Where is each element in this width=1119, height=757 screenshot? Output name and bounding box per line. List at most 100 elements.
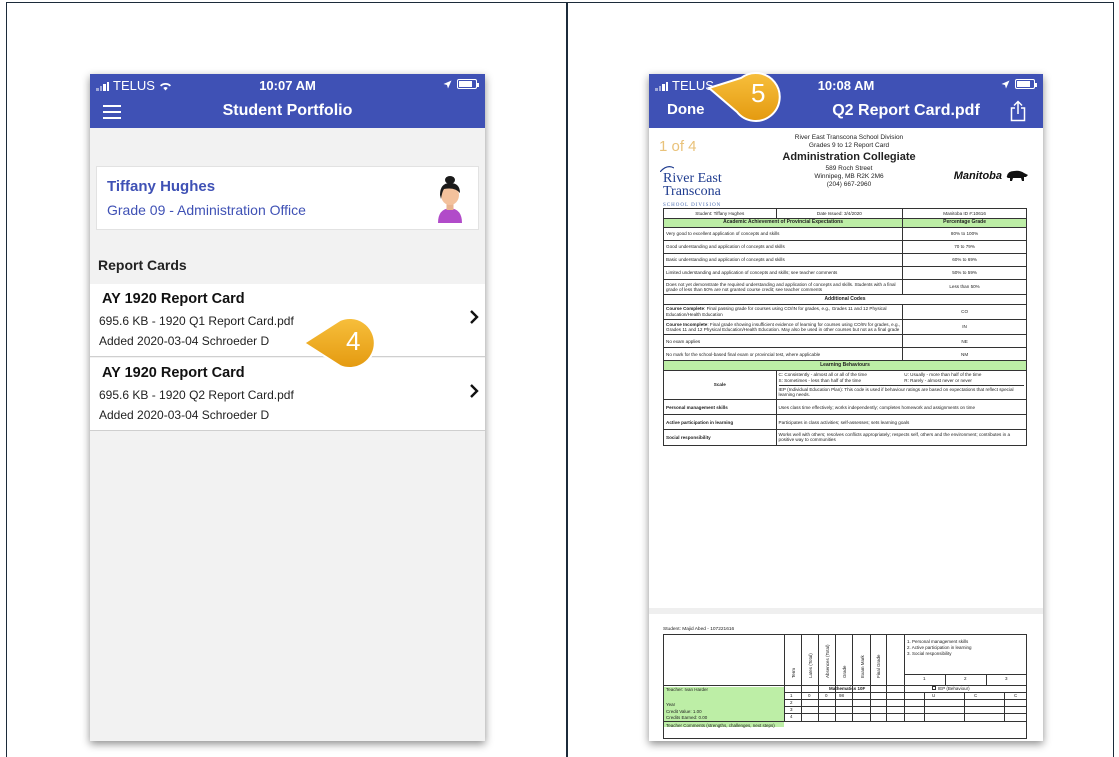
academic-header: Academic Achievement of Provincial Expec… <box>662 217 904 229</box>
behaviour-name: Active participation in learning <box>663 414 777 431</box>
manitoba-logo: Manitoba <box>954 170 1029 182</box>
scale-col-right: U: Usually - more than half of the time … <box>904 372 1024 383</box>
scale-s: S: Sometimes - less than half of the tim… <box>778 378 862 384</box>
grid-line <box>784 699 1026 700</box>
grid-line <box>664 721 1026 722</box>
academic-desc: Basic understanding and application of c… <box>662 253 904 268</box>
code-bold: Course Complete <box>666 306 705 312</box>
chevron-right-icon[interactable] <box>469 309 479 325</box>
status-right <box>1001 79 1037 89</box>
course-name: Mathematics 10F <box>829 686 866 691</box>
panel-divider <box>566 2 568 757</box>
col-head-final: Final Grade <box>876 654 881 678</box>
student-card[interactable]: Tiffany Hughes Grade 09 - Administration… <box>96 166 479 230</box>
share-icon[interactable] <box>1009 100 1027 122</box>
page2-grade-grid: Term Lates (Total) Absences (Total) Grad… <box>663 634 1027 739</box>
scale-r: R: Rarely - almost never or never <box>904 378 972 384</box>
academic-desc: Does not yet demonstrate the required un… <box>662 279 904 296</box>
legend-2: 2. Active participation in learning <box>907 645 972 650</box>
behaviour-name: Social responsibility <box>663 429 777 446</box>
grid-line <box>964 692 965 721</box>
behaviour-name: Personal management skills <box>663 399 777 416</box>
grid-line <box>801 635 802 721</box>
phone-pdf-viewer: TELUS 10:08 AM Done Q2 Report Card.pdf 1… <box>649 74 1043 741</box>
legend-1: 1. Personal management skills <box>907 639 969 644</box>
code-value: IN <box>902 319 1027 336</box>
school-name: Administration Collegiate <box>782 151 916 163</box>
report-card-row-q2[interactable]: AY 1920 Report Card 695.6 KB - 1920 Q2 R… <box>90 358 485 431</box>
school-phone: (204) 667-2960 <box>826 181 872 188</box>
done-button[interactable]: Done <box>667 101 705 118</box>
grid-line <box>784 692 1026 693</box>
behaviours-header: Learning Behaviours <box>663 360 1027 371</box>
location-icon <box>1001 80 1010 88</box>
report-card-row-q1[interactable]: AY 1920 Report Card 695.6 KB - 1920 Q1 R… <box>90 284 485 357</box>
pdf-document[interactable]: 1 of 4 River East Transcona SCHOOL DIVIS… <box>649 128 1043 741</box>
col-head-exam: Exam Mark <box>860 655 865 678</box>
behaviour-desc: Participates in class activities; self-a… <box>775 414 1028 431</box>
academic-pct: 80% to 100% <box>902 227 1027 242</box>
date-cell: Date Issued: 3/4/2020 <box>775 208 904 219</box>
col-head-term: Term <box>791 668 796 678</box>
page-indicator: 1 of 4 <box>659 138 697 155</box>
address-line2: Winnipeg, MB R2K 2M6 <box>814 173 884 180</box>
chevron-right-icon[interactable] <box>469 383 479 399</box>
section-title: Report Cards <box>98 257 187 273</box>
grid-line <box>1004 692 1005 721</box>
scale-codes: C: Consistently - almost all or all of t… <box>779 372 1024 383</box>
nav-title: Student Portfolio <box>222 102 353 119</box>
scale-iep: IEP (Individual Education Plan): This co… <box>778 384 1024 398</box>
legend-num: 1 <box>923 676 926 681</box>
year-label: Year <box>666 702 676 707</box>
code-bold: Course Incomplete <box>666 321 708 327</box>
scale-col-left: C: Consistently - almost all or all of t… <box>779 372 899 383</box>
division-name: River East Transcona School Division <box>794 134 904 141</box>
callout-number: 5 <box>751 78 766 108</box>
step-callout-4: 4 <box>300 310 395 374</box>
term-num: 1 <box>790 693 793 698</box>
academic-desc: Good understanding and application of co… <box>662 240 904 255</box>
grid-line <box>924 692 925 721</box>
callout-number: 4 <box>346 326 361 356</box>
code-value: NM <box>902 347 1027 362</box>
academic-desc: Limited understanding and application of… <box>662 266 904 281</box>
province-name: Manitoba <box>953 170 1002 182</box>
student-grade: Grade 09 - Administration Office <box>107 202 306 218</box>
student-name: Tiffany Hughes <box>107 178 216 195</box>
grid-line <box>904 635 905 721</box>
page-separator <box>649 608 1043 614</box>
percentage-header: Percentage Grade <box>902 217 1027 229</box>
behaviour-mark: C <box>1014 693 1018 698</box>
grid-line <box>818 635 819 721</box>
mb-id-cell: Manitoba ID #:10616 <box>902 208 1027 219</box>
code-row: Course Complete: Final passing grade for… <box>662 303 904 321</box>
code-row: Course Incomplete: Final grade showing i… <box>662 319 904 336</box>
step-callout-5: 5 <box>706 70 789 130</box>
academic-pct: Less than 50% <box>902 279 1027 296</box>
phone-portfolio-screen: TELUS 10:07 AM Student Portfolio Tiffany… <box>90 74 485 741</box>
report-card-table: Student: Tiffany Hughes Date Issued: 3/4… <box>662 208 1028 446</box>
term1-grade: 98 <box>839 693 845 698</box>
report-card-title: AY 1920 Report Card <box>102 365 245 381</box>
report-card-title: AY 1920 Report Card <box>102 291 245 307</box>
code-value: CO <box>902 303 1027 321</box>
teacher-text: Teacher: Ivan Harder <box>666 687 709 692</box>
battery-icon <box>1015 79 1037 89</box>
location-icon <box>443 80 452 88</box>
page2-student: Student: Majid Abed - 107221616 <box>663 627 735 632</box>
credit-value: Credit Value: 1.00 <box>666 709 702 714</box>
grid-line <box>886 635 887 721</box>
behaviour-desc: Works well with others; resolves conflic… <box>775 429 1028 446</box>
iep-behaviour: IEP (Behaviour) <box>932 686 970 691</box>
academic-pct: 70 to 79% <box>902 240 1027 255</box>
term-num: 2 <box>790 700 793 705</box>
grid-line <box>852 635 853 721</box>
status-time: 10:07 AM <box>259 78 316 93</box>
address-line1: 589 Roch Street <box>825 165 873 172</box>
term-num: 3 <box>790 707 793 712</box>
additional-codes-header: Additional Codes <box>663 294 1027 305</box>
scale-label: Scale <box>663 369 777 401</box>
grid-line <box>945 674 946 685</box>
status-bar: TELUS 10:07 AM <box>90 74 485 96</box>
term1-absences: 0 <box>825 693 828 698</box>
